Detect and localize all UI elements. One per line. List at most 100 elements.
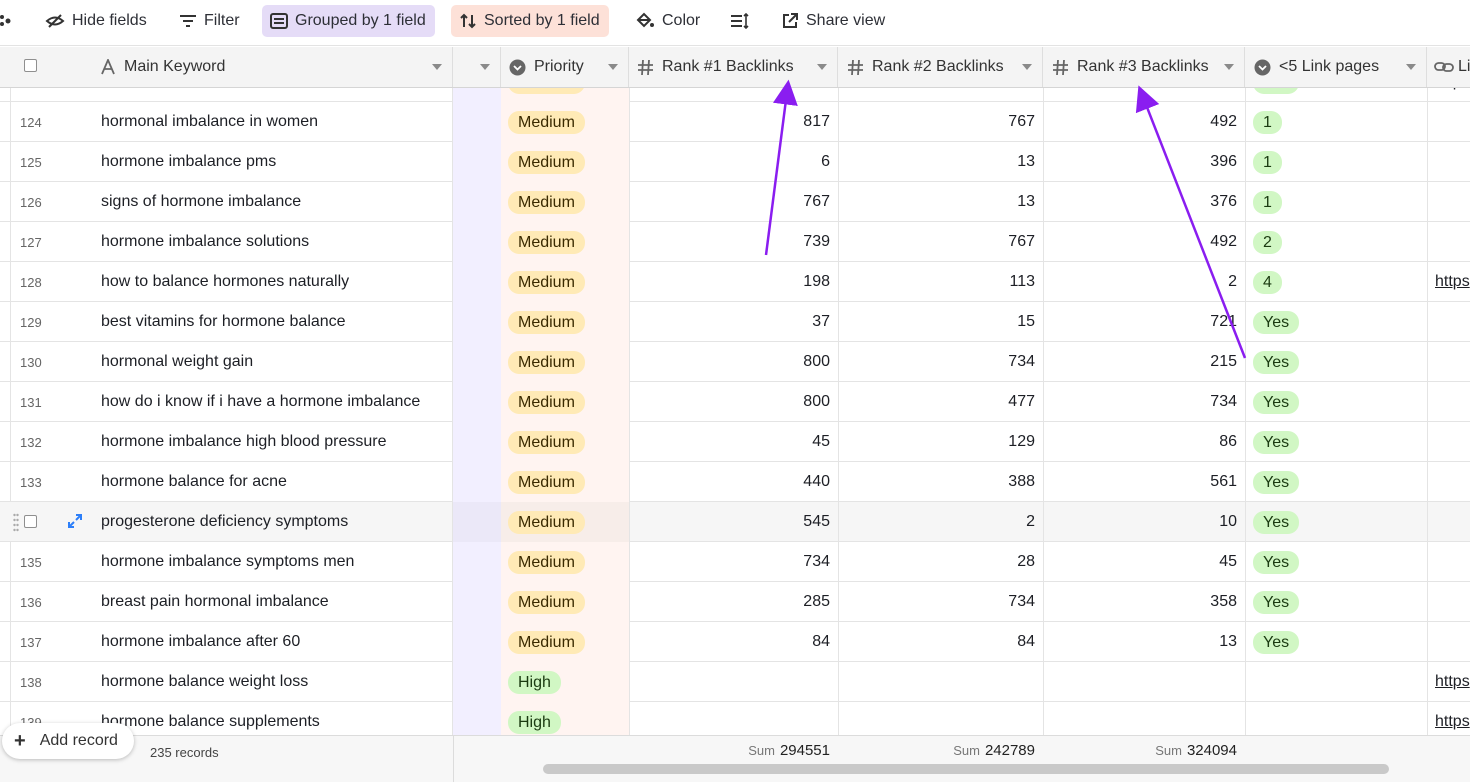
rank3-cell[interactable]: 561 <box>1043 462 1245 502</box>
hidden-column-cell[interactable] <box>453 342 501 382</box>
rank3-cell[interactable]: 721 <box>1043 302 1245 342</box>
hidden-column-cell[interactable] <box>453 142 501 182</box>
link-cell[interactable] <box>1427 582 1470 622</box>
column-header-rank3[interactable]: Rank #3 Backlinks <box>1043 47 1245 87</box>
horizontal-scrollbar[interactable] <box>543 764 1389 774</box>
rank2-cell[interactable] <box>838 88 1043 102</box>
table-row[interactable]: 126 signs of hormone imbalance Medium 767 13… <box>0 182 1470 222</box>
keyword-cell[interactable]: how to balance hormones naturally <box>90 262 452 302</box>
rank1-cell[interactable]: 800 <box>629 382 838 422</box>
rank1-cell[interactable]: 545 <box>629 502 838 542</box>
rank3-cell[interactable] <box>1043 662 1245 702</box>
rank2-cell[interactable]: 129 <box>838 422 1043 462</box>
link-pages-cell[interactable] <box>1245 662 1427 702</box>
rank1-cell[interactable]: 45 <box>629 422 838 462</box>
table-row[interactable]: 132 hormone imbalance high blood pressure… <box>0 422 1470 462</box>
keyword-cell[interactable]: hormone balance supplements <box>90 702 452 735</box>
rank3-cell[interactable]: 86 <box>1043 422 1245 462</box>
link-pages-cell[interactable]: Yes <box>1245 302 1427 342</box>
priority-cell[interactable]: Medium <box>501 542 629 582</box>
group-button[interactable]: Grouped by 1 field <box>262 5 435 37</box>
chevron-down-icon[interactable] <box>817 64 827 70</box>
keyword-cell[interactable]: hormone balance weight loss <box>90 662 452 702</box>
link-cell[interactable] <box>1427 382 1470 422</box>
chevron-down-icon[interactable] <box>1022 64 1032 70</box>
keyword-cell[interactable]: hormonal imbalance in women <box>90 102 452 142</box>
rank1-cell[interactable] <box>629 702 838 735</box>
rank1-cell[interactable]: 440 <box>629 462 838 502</box>
sum-rank1[interactable]: Sum 294551 <box>629 742 830 759</box>
keyword-cell[interactable]: hormone balance tea <box>90 88 452 102</box>
rank3-cell[interactable]: 215 <box>1043 342 1245 382</box>
table-row[interactable]: 133 hormone balance for acne Medium 440 388 5… <box>0 462 1470 502</box>
table-row[interactable]: 125 hormone imbalance pms Medium 6 13 396 1 <box>0 142 1470 182</box>
priority-cell[interactable]: Medium <box>501 102 629 142</box>
column-header-main-keyword[interactable]: Main Keyword <box>90 47 453 87</box>
priority-cell[interactable]: High <box>501 662 629 702</box>
link-cell[interactable]: https <box>1427 88 1470 102</box>
hidden-column-cell[interactable] <box>453 182 501 222</box>
table-row[interactable]: 127 hormone imbalance solutions Medium 739 7… <box>0 222 1470 262</box>
share-view-button[interactable]: Share view <box>773 5 894 37</box>
link-pages-cell[interactable]: Yes <box>1245 582 1427 622</box>
priority-cell[interactable]: Medium <box>501 182 629 222</box>
priority-cell[interactable]: Medium <box>501 462 629 502</box>
rank3-cell[interactable] <box>1043 702 1245 735</box>
extensions-button[interactable] <box>0 5 28 37</box>
rank3-cell[interactable]: 492 <box>1043 102 1245 142</box>
link-cell[interactable] <box>1427 542 1470 582</box>
rank1-cell[interactable]: 6 <box>629 142 838 182</box>
link-cell[interactable]: https <box>1427 262 1470 302</box>
link-pages-cell[interactable]: 1 <box>1245 142 1427 182</box>
sum-rank3[interactable]: Sum 324094 <box>1043 742 1237 759</box>
keyword-cell[interactable]: hormone balance for acne <box>90 462 452 502</box>
column-header-priority[interactable]: Priority <box>501 47 629 87</box>
rank1-cell[interactable]: 817 <box>629 102 838 142</box>
table-row[interactable]: 139 hormone balance supplements High https <box>0 702 1470 735</box>
hide-fields-button[interactable]: Hide fields <box>37 5 156 37</box>
priority-cell[interactable]: Medium <box>501 342 629 382</box>
rank3-cell[interactable]: 734 <box>1043 382 1245 422</box>
hidden-column-cell[interactable] <box>453 102 501 142</box>
link-pages-cell[interactable]: 1 <box>1245 182 1427 222</box>
link-cell[interactable] <box>1427 422 1470 462</box>
priority-cell[interactable]: Medium <box>501 382 629 422</box>
link-pages-cell[interactable]: 2 <box>1245 222 1427 262</box>
chevron-down-icon[interactable] <box>608 64 618 70</box>
table-row[interactable]: 124 hormonal imbalance in women Medium 817 7… <box>0 102 1470 142</box>
link-cell[interactable] <box>1427 622 1470 662</box>
table-row[interactable]: 129 best vitamins for hormone balance Medi… <box>0 302 1470 342</box>
table-row[interactable]: progesterone deficiency symptoms Medium 54… <box>0 502 1470 542</box>
column-header-links[interactable]: Li <box>1427 47 1470 87</box>
rank2-cell[interactable]: 734 <box>838 342 1043 382</box>
keyword-cell[interactable]: progesterone deficiency symptoms <box>90 502 452 542</box>
link-cell[interactable] <box>1427 102 1470 142</box>
link-pages-cell[interactable]: Yes <box>1245 382 1427 422</box>
row-height-button[interactable] <box>722 5 766 37</box>
rank3-cell[interactable]: 376 <box>1043 182 1245 222</box>
link-pages-cell[interactable]: Yes <box>1245 542 1427 582</box>
rank2-cell[interactable]: 734 <box>838 582 1043 622</box>
rank1-cell[interactable]: 84 <box>629 622 838 662</box>
rank3-cell[interactable] <box>1043 88 1245 102</box>
row-checkbox[interactable] <box>24 515 37 528</box>
link-pages-cell[interactable]: 1 <box>1245 102 1427 142</box>
link-cell[interactable] <box>1427 502 1470 542</box>
rank2-cell[interactable]: 388 <box>838 462 1043 502</box>
hidden-column-cell[interactable] <box>453 702 501 735</box>
column-header-link-pages[interactable]: <5 Link pages <box>1245 47 1427 87</box>
chevron-down-icon[interactable] <box>432 64 442 70</box>
link-pages-cell[interactable]: 4 <box>1245 262 1427 302</box>
rank2-cell[interactable]: 113 <box>838 262 1043 302</box>
expand-record-icon[interactable] <box>68 514 82 528</box>
rank3-cell[interactable]: 13 <box>1043 622 1245 662</box>
keyword-cell[interactable]: signs of hormone imbalance <box>90 182 452 222</box>
color-button[interactable]: Color <box>627 5 709 37</box>
hidden-column-cell[interactable] <box>453 582 501 622</box>
table-row[interactable]: 123 hormone balance tea Medium Yes https <box>0 88 1470 102</box>
rank1-cell[interactable]: 37 <box>629 302 838 342</box>
add-record-button[interactable]: + Add record <box>2 723 134 759</box>
keyword-cell[interactable]: how do i know if i have a hormone imbala… <box>90 382 452 422</box>
sort-button[interactable]: Sorted by 1 field <box>451 5 609 37</box>
rank1-cell[interactable]: 198 <box>629 262 838 302</box>
